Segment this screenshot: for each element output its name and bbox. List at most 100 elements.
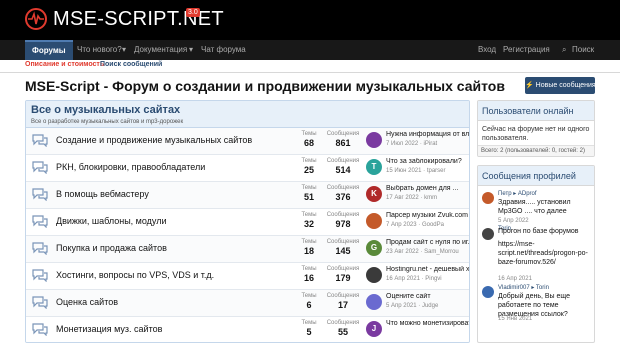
chevron-down-icon[interactable]: ▾ bbox=[189, 40, 193, 60]
forum-row[interactable]: Создание и продвижение музыкальных сайто… bbox=[26, 128, 469, 155]
posts-label: Сообщения bbox=[326, 158, 360, 164]
last-post-meta: 7 Апр 2023 · GoodPa bbox=[386, 222, 444, 228]
last-post-user[interactable]: kmm bbox=[424, 195, 437, 201]
last-post-title[interactable]: Что за заблокировали? bbox=[386, 158, 469, 165]
tab-documentation[interactable]: Документация bbox=[134, 40, 187, 60]
last-post-meta: 23 Авг 2022 · Sam_Morrou bbox=[386, 249, 459, 255]
posts-label: Сообщения bbox=[326, 131, 360, 137]
avatar[interactable]: T bbox=[366, 159, 382, 175]
avatar[interactable] bbox=[366, 213, 382, 229]
new-posts-button[interactable]: ⚡ Новые сообщения bbox=[525, 77, 596, 94]
page-title: MSE-Script - Форум о создании и продвиже… bbox=[25, 78, 505, 94]
bolt-icon: ⚡ bbox=[525, 82, 534, 89]
last-post-user[interactable]: Judge bbox=[422, 303, 438, 309]
search-link[interactable]: Поиск bbox=[572, 40, 594, 60]
posts-stat: Сообщения 179 bbox=[322, 266, 364, 283]
last-post-date: 7 Апр 2023 bbox=[386, 222, 417, 228]
posts-count: 978 bbox=[335, 219, 351, 229]
last-post-date: 15 Июн 2021 bbox=[386, 168, 422, 174]
last-post-title[interactable]: Нужна информация от владельц... bbox=[386, 131, 469, 138]
search-icon[interactable]: ⌕ bbox=[562, 40, 566, 60]
posts-stat: Сообщения 978 bbox=[322, 212, 364, 229]
profile-post[interactable]: Петр ▸ ADprof Здравия..... установил Mp3G… bbox=[482, 190, 590, 226]
last-post-title[interactable]: Продам сайт с нуля по иг... bbox=[386, 239, 469, 246]
last-post-title[interactable]: Парсер музыки Zvuk.com + парс... bbox=[386, 212, 469, 219]
last-post-title[interactable]: Что можно монетизировать andr... bbox=[386, 320, 469, 327]
forum-row[interactable]: Монетизация муз. сайтов Темы 5 Сообщения 55 J… bbox=[26, 317, 469, 342]
online-users-title[interactable]: Пользователи онлайн bbox=[478, 101, 594, 121]
forum-row[interactable]: Хостинги, вопросы по VPS, VDS и т.д. Темы… bbox=[26, 263, 469, 290]
last-post-user[interactable]: iPirat bbox=[424, 141, 438, 147]
profile-post-text: https://mse-script.net/threads/progon-po… bbox=[498, 241, 588, 266]
find-posts-link[interactable]: Поиск сообщений bbox=[100, 61, 162, 68]
forum-title[interactable]: РКН, блокировки, правообладатели bbox=[56, 162, 205, 172]
site-header: MSE-SCRIPT.NET 3.0 bbox=[0, 0, 620, 40]
register-link[interactable]: Регистрация bbox=[503, 40, 550, 60]
pricing-link[interactable]: Описание и стоимость bbox=[25, 61, 104, 68]
last-post-user[interactable]: Pingvi bbox=[425, 276, 441, 282]
posts-stat: Сообщения 145 bbox=[322, 239, 364, 256]
avatar[interactable]: K bbox=[366, 186, 382, 202]
last-post-user[interactable]: Sam_Morrou bbox=[424, 249, 459, 255]
forum-bubble-icon bbox=[31, 295, 49, 310]
forum-bubble-icon bbox=[31, 214, 49, 229]
posts-stat: Сообщения 55 bbox=[322, 320, 364, 337]
forum-title[interactable]: Покупка и продажа сайтов bbox=[56, 243, 167, 253]
posts-stat: Сообщения 514 bbox=[322, 158, 364, 175]
posts-stat: Сообщения 17 bbox=[322, 293, 364, 310]
forum-row[interactable]: Движки, шаблоны, модули Темы 32 Сообщения 97… bbox=[26, 209, 469, 236]
profile-post-users[interactable]: Vladimir007 ▸ Torin bbox=[498, 284, 549, 291]
avatar[interactable]: J bbox=[366, 321, 382, 337]
tab-forums[interactable]: Форумы bbox=[25, 40, 73, 60]
avatar[interactable] bbox=[366, 294, 382, 310]
last-post-title[interactable]: Оцените сайт bbox=[386, 293, 469, 300]
forum-title[interactable]: Движки, шаблоны, модули bbox=[56, 216, 167, 226]
posts-count: 55 bbox=[337, 327, 348, 337]
forum-title[interactable]: Создание и продвижение музыкальных сайто… bbox=[56, 135, 252, 145]
avatar[interactable]: G bbox=[366, 240, 382, 256]
last-post-meta: 5 Апр 2021 · Judge bbox=[386, 303, 439, 309]
forum-row[interactable]: Оценка сайтов Темы 6 Сообщения 17 Оцените сай… bbox=[26, 290, 469, 317]
avatar[interactable] bbox=[482, 286, 494, 298]
main-nav: Форумы Что нового? ▾ Документация ▾ Чат … bbox=[0, 40, 620, 60]
category-description: Все о разработке музыкальных сайтов и mp… bbox=[31, 119, 184, 125]
login-link[interactable]: Вход bbox=[478, 40, 496, 60]
last-post-user[interactable]: GoodPa bbox=[422, 222, 444, 228]
tab-whats-new[interactable]: Что нового? bbox=[77, 40, 122, 60]
forum-row[interactable]: Покупка и продажа сайтов Темы 18 Сообщения 1… bbox=[26, 236, 469, 263]
profile-posts-list: Петр ▸ ADprof Здравия..... установил Mp3G… bbox=[478, 186, 594, 328]
new-posts-label: Новые сообщения bbox=[535, 82, 596, 89]
profile-post-users[interactable]: Петр ▸ ADprof bbox=[498, 190, 537, 197]
category-title[interactable]: Все о музыкальных сайтах bbox=[31, 104, 464, 116]
profile-posts-title[interactable]: Сообщения профилей bbox=[478, 166, 594, 186]
forum-title[interactable]: Монетизация муз. сайтов bbox=[56, 324, 162, 334]
forum-row[interactable]: РКН, блокировки, правообладатели Темы 25 Со… bbox=[26, 155, 469, 182]
forum-title[interactable]: Хостинги, вопросы по VPS, VDS и т.д. bbox=[56, 270, 214, 280]
profile-post-text: Здравия..... установил Mp3GO .... что да… bbox=[498, 199, 571, 215]
avatar[interactable] bbox=[482, 228, 494, 240]
profile-post[interactable]: Torin Прогон по базе форумов bbox=[482, 226, 590, 240]
posts-stat: Сообщения 861 bbox=[322, 131, 364, 148]
last-post-title[interactable]: Выбрать домен для ... bbox=[386, 185, 469, 192]
forum-title[interactable]: Оценка сайтов bbox=[56, 297, 118, 307]
posts-count: 514 bbox=[335, 165, 351, 175]
forum-row[interactable]: В помощь вебмастеру Темы 51 Сообщения 376 K Вы… bbox=[26, 182, 469, 209]
posts-label: Сообщения bbox=[326, 185, 360, 191]
avatar[interactable] bbox=[482, 192, 494, 204]
chevron-down-icon[interactable]: ▾ bbox=[122, 40, 126, 60]
last-post-title[interactable]: Hostingru.net - дешевый хостинг... bbox=[386, 266, 469, 273]
posts-count: 179 bbox=[335, 273, 351, 283]
posts-label: Сообщения bbox=[326, 212, 360, 218]
logo-pulse-icon[interactable] bbox=[25, 8, 47, 30]
posts-stat: Сообщения 376 bbox=[322, 185, 364, 202]
avatar[interactable] bbox=[366, 132, 382, 148]
category-header: Все о музыкальных сайтах Все о разработк… bbox=[26, 101, 469, 128]
profile-post[interactable]: https://mse-script.net/threads/progon-po… bbox=[482, 240, 590, 284]
last-post-date: 16 Апр 2021 bbox=[386, 276, 420, 282]
avatar[interactable] bbox=[366, 267, 382, 283]
last-post-user[interactable]: tparser bbox=[427, 168, 446, 174]
profile-post[interactable]: Vladimir007 ▸ Torin Добрый день, Вы еще р… bbox=[482, 284, 590, 324]
tab-chat[interactable]: Чат форума bbox=[201, 40, 246, 60]
last-post-meta: 15 Июн 2021 · tparser bbox=[386, 168, 446, 174]
forum-title[interactable]: В помощь вебмастеру bbox=[56, 189, 149, 199]
